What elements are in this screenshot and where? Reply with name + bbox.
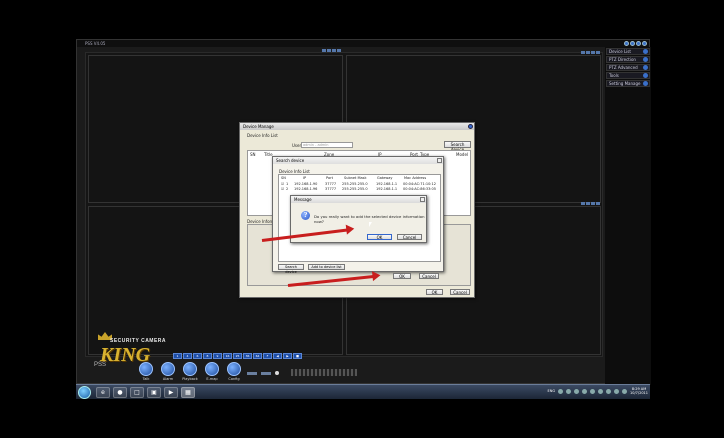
layout-button[interactable]: 16 xyxy=(223,353,232,359)
layout-button[interactable]: 6 xyxy=(193,353,202,359)
security-camera-king-logo: SECURITY CAMERA KING PSS xyxy=(74,332,184,374)
misc-controls xyxy=(247,371,279,375)
volume-icon[interactable] xyxy=(622,388,628,394)
snapshot-icon[interactable] xyxy=(261,371,271,375)
tray-icon[interactable] xyxy=(598,388,604,394)
start-button[interactable] xyxy=(78,386,91,399)
prev-button[interactable]: ◀ xyxy=(273,353,282,359)
cell-tool-icon[interactable] xyxy=(591,202,595,205)
next-button[interactable]: ▶ xyxy=(283,353,292,359)
clock[interactable]: 8:29 AM 10/7/2011 xyxy=(630,387,648,395)
expand-icon[interactable] xyxy=(643,49,648,54)
minimize-icon[interactable] xyxy=(624,41,629,46)
emap-icon xyxy=(205,362,219,376)
help-icon[interactable] xyxy=(636,41,641,46)
search-device-button[interactable]: Search device xyxy=(278,264,304,274)
cell-tool-icon[interactable] xyxy=(337,49,341,52)
side-panel: Device List PTZ Direction PTZ Advanced T… xyxy=(605,47,651,385)
stop-button[interactable]: ■ xyxy=(293,353,302,359)
expand-icon[interactable] xyxy=(643,81,648,86)
expand-icon[interactable] xyxy=(643,65,648,70)
user-select[interactable]: admin - admin xyxy=(301,142,353,148)
layout-buttons: 1 4 6 8 9 16 25 36 64 F ◀ ▶ ■ xyxy=(173,353,302,359)
restore-icon[interactable] xyxy=(630,41,635,46)
close-icon[interactable] xyxy=(420,197,425,202)
network-icon[interactable] xyxy=(614,388,620,394)
ok-button[interactable]: OK xyxy=(393,273,411,279)
cell-tool-icon[interactable] xyxy=(332,49,336,52)
close-icon[interactable] xyxy=(437,158,442,163)
fullscreen-button[interactable]: F xyxy=(263,353,272,359)
taskbar: e ● □ ▣ ▶ ▦ ENG 8:29 AM 10/7/2011 xyxy=(76,384,650,399)
cell-tool-icon[interactable] xyxy=(586,202,590,205)
tray-icon[interactable] xyxy=(566,388,572,394)
tray-icon[interactable] xyxy=(590,388,596,394)
taskbar-ie-icon[interactable]: e xyxy=(96,387,110,398)
row-checkbox[interactable]: ☑ xyxy=(281,182,284,186)
close-icon[interactable] xyxy=(468,124,473,129)
search-device-button[interactable]: Search device xyxy=(444,141,471,152)
mouse-cursor-icon xyxy=(369,222,372,227)
cell-tool-icon[interactable] xyxy=(581,202,585,205)
layout-button[interactable]: 8 xyxy=(203,353,212,359)
row-checkbox[interactable]: ☑ xyxy=(281,187,284,191)
layout-button[interactable]: 25 xyxy=(233,353,242,359)
expand-icon[interactable] xyxy=(643,57,648,62)
screen: PSS V4.05 Device List PTZ Direction PTZ … xyxy=(0,0,724,438)
layout-button[interactable]: 64 xyxy=(253,353,262,359)
cell-tool-icon[interactable] xyxy=(596,202,600,205)
config-button[interactable]: Config xyxy=(225,362,243,381)
table-row[interactable]: ☑ 2 192.168.1.96 37777 255.255.255.0 192… xyxy=(279,187,440,192)
taskbar-explorer-icon[interactable]: □ xyxy=(130,387,144,398)
cell-tool-icon[interactable] xyxy=(586,51,590,54)
expand-icon[interactable] xyxy=(643,73,648,78)
layout-button[interactable]: 4 xyxy=(183,353,192,359)
cell-tool-icon[interactable] xyxy=(591,51,595,54)
tray-icon[interactable] xyxy=(606,388,612,394)
config-icon xyxy=(227,362,241,376)
cell-tool-icon[interactable] xyxy=(596,51,600,54)
side-item-ptz-advanced[interactable]: PTZ Advanced xyxy=(606,64,650,71)
cancel-button[interactable]: Cancel xyxy=(450,289,470,295)
ok-button[interactable]: OK xyxy=(367,234,392,240)
dialog-title-bar: Device Manage xyxy=(240,123,474,130)
window-title-bar: PSS V4.05 xyxy=(77,40,649,47)
question-icon: ? xyxy=(301,211,310,220)
cell-tool-icon[interactable] xyxy=(322,49,326,52)
playback-icon xyxy=(183,362,197,376)
add-to-device-list-button[interactable]: Add to device list xyxy=(308,264,345,270)
cancel-button[interactable]: Cancel xyxy=(397,234,422,240)
layout-button[interactable]: 36 xyxy=(243,353,252,359)
channel-strip[interactable] xyxy=(291,369,357,376)
taskbar-media-icon[interactable]: ▶ xyxy=(164,387,178,398)
side-item-tools[interactable]: Tools xyxy=(606,72,650,79)
system-tray: ENG 8:29 AM 10/7/2011 xyxy=(548,387,649,395)
zoom-icon[interactable] xyxy=(247,371,257,375)
tray-icon[interactable] xyxy=(574,388,580,394)
taskbar-chrome-icon[interactable]: ● xyxy=(113,387,127,398)
tray-icon[interactable] xyxy=(582,388,588,394)
close-icon[interactable] xyxy=(642,41,647,46)
dialog-title-bar: Search device xyxy=(273,157,443,164)
cell-tool-icon[interactable] xyxy=(327,49,331,52)
language-indicator[interactable]: ENG xyxy=(548,389,556,393)
side-item-setting-manage[interactable]: Setting Manage xyxy=(606,80,650,87)
dialog-title-bar: Message xyxy=(291,196,426,203)
taskbar-app-icon[interactable]: ▣ xyxy=(147,387,161,398)
cell-tool-icon[interactable] xyxy=(581,51,585,54)
side-item-device-list[interactable]: Device List xyxy=(606,48,650,55)
record-icon[interactable] xyxy=(275,371,279,375)
cancel-button[interactable]: Cancel xyxy=(419,273,439,279)
ok-button[interactable]: OK xyxy=(426,289,443,295)
emap-button[interactable]: E-map xyxy=(203,362,221,381)
tray-icon[interactable] xyxy=(558,388,564,394)
side-item-ptz-direction[interactable]: PTZ Direction xyxy=(606,56,650,63)
window-title: PSS V4.05 xyxy=(85,41,106,46)
layout-button[interactable]: 9 xyxy=(213,353,222,359)
taskbar-pss-icon[interactable]: ▦ xyxy=(181,387,195,398)
